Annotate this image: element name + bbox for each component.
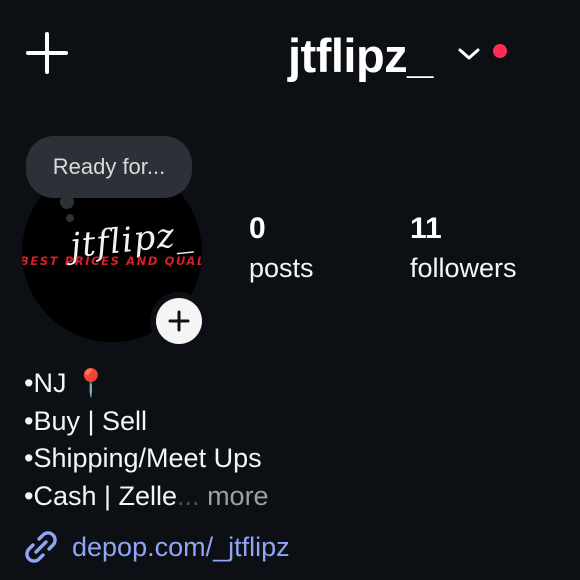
bio-more-button[interactable]: more — [207, 481, 269, 511]
profile-link[interactable]: depop.com/_jtflipz — [22, 528, 290, 566]
bio-line: •NJ 📍 — [24, 368, 108, 398]
profile-note[interactable]: Ready for... — [26, 136, 192, 198]
bio-line-text: •Cash | Zelle — [24, 480, 178, 511]
link-text: depop.com/_jtflipz — [72, 531, 290, 562]
stat-followers[interactable]: 11 followers — [410, 212, 517, 286]
note-tail-large — [60, 195, 74, 209]
link-icon — [25, 531, 57, 563]
plus-icon — [168, 310, 190, 332]
bio-line: •Buy | Sell — [24, 405, 148, 436]
followers-count: 11 — [410, 212, 442, 245]
note-tail-small — [66, 214, 74, 222]
bio-line: •Shipping/Meet Ups — [24, 443, 262, 473]
followers-label: followers — [410, 253, 517, 283]
bio-line-last: •Cash | Zelle... more — [24, 478, 269, 516]
posts-count: 0 — [249, 212, 266, 245]
plus-icon — [26, 32, 68, 74]
profile-username[interactable]: jtflipz_ — [288, 28, 433, 84]
profile-bio: •NJ 📍 •Buy | Sell •Shipping/Meet Ups •Ca… — [24, 365, 269, 515]
notification-dot — [493, 44, 507, 58]
note-text: Ready for... — [52, 154, 166, 179]
stat-posts[interactable]: 0 posts — [249, 212, 314, 286]
avatar-tagline: BEST PRICES AND QUALI — [22, 254, 202, 268]
bio-ellipsis: ... — [177, 480, 200, 511]
add-story-button[interactable] — [150, 292, 208, 350]
new-post-button[interactable] — [24, 30, 70, 76]
posts-label: posts — [249, 253, 314, 283]
chevron-down-icon[interactable] — [456, 43, 482, 63]
add-story-badge — [156, 298, 202, 344]
